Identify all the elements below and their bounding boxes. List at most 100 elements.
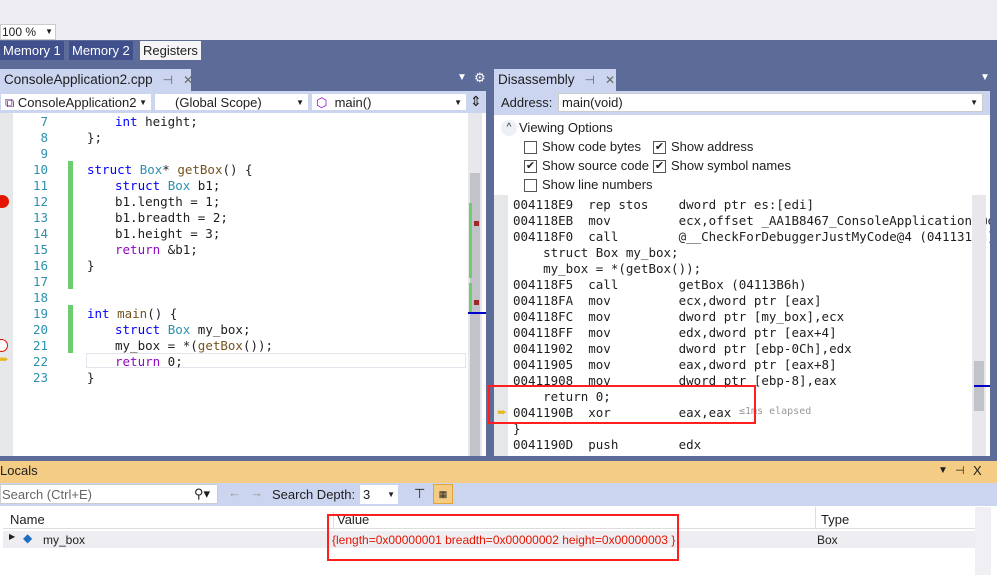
code-line[interactable]: struct Box my_box; [115, 322, 250, 337]
pin-icon[interactable]: ⊣ [585, 73, 595, 87]
disassembly-line[interactable]: 004118EB mov ecx,offset _AA1B8467_Consol… [513, 213, 990, 228]
disassembly-line[interactable]: struct Box my_box; [513, 245, 678, 260]
caret-position-marker [974, 385, 990, 387]
pin-filter-icon[interactable]: ⊤ [414, 486, 425, 502]
gear-icon[interactable]: ⚙ [474, 70, 486, 86]
breakpoint-marker [474, 300, 479, 305]
checkbox[interactable]: ✔ [653, 160, 666, 173]
hex-display-icon[interactable]: ▦ [433, 484, 453, 504]
breakpoint-gutter[interactable] [0, 113, 13, 456]
checkbox[interactable] [524, 179, 537, 192]
chevron-down-icon[interactable]: ▼ [938, 461, 948, 481]
tab-memory-2[interactable]: Memory 2 [69, 41, 133, 60]
close-icon[interactable]: X [973, 461, 982, 481]
chevron-down-icon: ▼ [139, 98, 147, 107]
breakpoint-marker [474, 221, 479, 226]
line-number: 14 [32, 226, 48, 241]
disassembly-line[interactable]: 00411905 mov eax,dword ptr [eax+8] [513, 357, 837, 372]
line-number: 7 [40, 114, 48, 129]
top-toolbar [0, 0, 997, 40]
code-token: &b1; [160, 242, 198, 257]
pin-icon[interactable]: ⊣ [955, 461, 965, 481]
checkbox-label[interactable]: Show address [671, 139, 753, 154]
search-depth-value: 3 [363, 487, 371, 502]
project-combo[interactable]: ⧉ ConsoleApplication2 ▼ [0, 93, 152, 111]
code-editor[interactable]: ⧉ ConsoleApplication2 ▼ (Global Scope) ▼ ⬡… [0, 91, 486, 456]
checkbox-label[interactable]: Show code bytes [542, 139, 641, 154]
disassembly-line[interactable]: my_box = *(getBox()); [513, 261, 701, 276]
code-line[interactable]: int height; [115, 114, 198, 129]
search-input[interactable]: Search (Ctrl+E) ⚲▾ [0, 484, 218, 504]
address-bar: Address: main(void) ▼ [494, 91, 990, 115]
code-token: b1.height = 3; [115, 226, 221, 241]
code-token: struct [87, 162, 133, 177]
expand-icon[interactable]: ▶ [9, 532, 15, 541]
checkbox-label[interactable]: Show source code [542, 158, 649, 173]
code-line[interactable]: int main() { [87, 306, 177, 321]
code-token: return [115, 354, 161, 369]
line-number: 21 [32, 338, 48, 353]
code-line[interactable]: struct Box* getBox() { [87, 162, 253, 177]
column-name[interactable]: Name [10, 512, 45, 527]
tab-registers[interactable]: Registers [140, 41, 201, 60]
code-line[interactable]: return &b1; [115, 242, 198, 257]
code-line[interactable]: }; [87, 130, 102, 145]
code-line[interactable]: struct Box b1; [115, 178, 220, 193]
locals-scrollbar[interactable] [975, 507, 991, 575]
chevron-down-icon: ▼ [454, 98, 462, 107]
split-icon[interactable]: ⇕ [470, 93, 482, 110]
zoom-combo[interactable]: 100 % ▼ [0, 24, 56, 40]
close-icon[interactable]: ✕ [605, 73, 615, 87]
chevron-up-icon[interactable]: ^ [501, 120, 517, 136]
chevron-down-icon: ▼ [970, 98, 978, 107]
code-line[interactable]: b1.height = 3; [115, 226, 220, 241]
code-token: int [87, 306, 110, 321]
checkbox[interactable] [524, 141, 537, 154]
code-token: } [87, 258, 95, 273]
disassembly-line[interactable]: 004118F5 call getBox (04113B6h) [513, 277, 807, 292]
scope-label: (Global Scope) [175, 95, 262, 110]
disassembly-scrollbar[interactable] [972, 195, 986, 456]
highlight-box [327, 514, 679, 561]
viewing-options-header[interactable]: Viewing Options [519, 120, 613, 135]
code-line[interactable]: b1.breadth = 2; [115, 210, 228, 225]
code-line[interactable]: my_box = *(getBox()); [115, 338, 273, 353]
member-label: main() [334, 95, 372, 110]
chevron-down-icon[interactable]: ▼ [457, 72, 467, 83]
disassembly-line[interactable]: 004118FF mov edx,dword ptr [eax+4] [513, 325, 837, 340]
disassembly-line[interactable]: 004118FC mov dword ptr [my_box],ecx [513, 309, 844, 324]
close-icon[interactable]: ✕ [183, 73, 193, 87]
checkbox-label[interactable]: Show symbol names [671, 158, 791, 173]
code-line[interactable]: b1.length = 1; [115, 194, 220, 209]
disassembly-line[interactable]: 004118E9 rep stos dword ptr es:[edi] [513, 197, 814, 212]
search-placeholder: Search (Ctrl+E) [2, 487, 92, 502]
disassembly-line[interactable]: 00411902 mov dword ptr [ebp-0Ch],edx [513, 341, 852, 356]
disassembly-line[interactable]: 004118F0 call @__CheckForDebuggerJustMyC… [513, 229, 990, 244]
tab-memory-1[interactable]: Memory 1 [0, 41, 64, 60]
checkbox[interactable]: ✔ [653, 141, 666, 154]
checkbox-label[interactable]: Show line numbers [542, 177, 653, 192]
member-combo[interactable]: ⬡ main() ▼ [311, 93, 467, 111]
pin-icon[interactable]: ⊣ [163, 73, 173, 87]
chevron-down-icon[interactable]: ▼ [980, 72, 990, 83]
code-line[interactable]: } [87, 370, 95, 385]
disassembly-line[interactable]: 004118FA mov ecx,dword ptr [eax] [513, 293, 822, 308]
address-label: Address: [501, 95, 553, 110]
code-line[interactable]: return 0; [115, 354, 183, 369]
tab-editor-file[interactable]: ConsoleApplication2.cpp ⊣ ✕ [0, 69, 193, 91]
forward-arrow-icon[interactable]: → [250, 485, 263, 500]
column-type[interactable]: Type [815, 507, 849, 529]
code-line[interactable]: } [87, 258, 95, 273]
checkbox[interactable]: ✔ [524, 160, 537, 173]
disassembly-line[interactable]: 0041190D push edx [513, 437, 701, 452]
search-depth-combo[interactable]: 3 ▼ [360, 485, 398, 504]
address-input[interactable]: main(void) ▼ [558, 93, 983, 112]
line-number: 19 [32, 306, 48, 321]
editor-scrollbar[interactable] [468, 113, 486, 456]
back-arrow-icon[interactable]: ← [228, 485, 241, 500]
scope-combo[interactable]: (Global Scope) ▼ [154, 93, 309, 111]
tab-disassembly[interactable]: Disassembly ⊣ ✕ [494, 69, 616, 91]
code-token: b1.breadth = 2; [115, 210, 228, 225]
